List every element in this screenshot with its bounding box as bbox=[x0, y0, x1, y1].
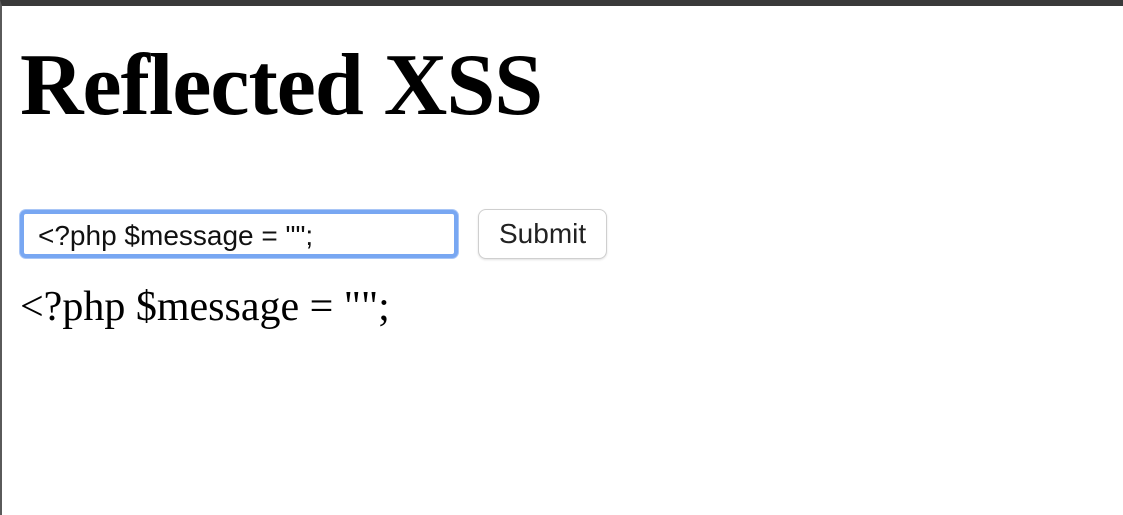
browser-viewport: Reflected XSS Submit <?php $message = ""… bbox=[0, 0, 1123, 515]
page-title: Reflected XSS bbox=[20, 37, 543, 134]
message-input[interactable] bbox=[20, 210, 458, 258]
reflected-output: <?php $message = ""; bbox=[20, 284, 390, 330]
xss-form: Submit bbox=[20, 209, 608, 259]
submit-button[interactable]: Submit bbox=[478, 209, 608, 259]
